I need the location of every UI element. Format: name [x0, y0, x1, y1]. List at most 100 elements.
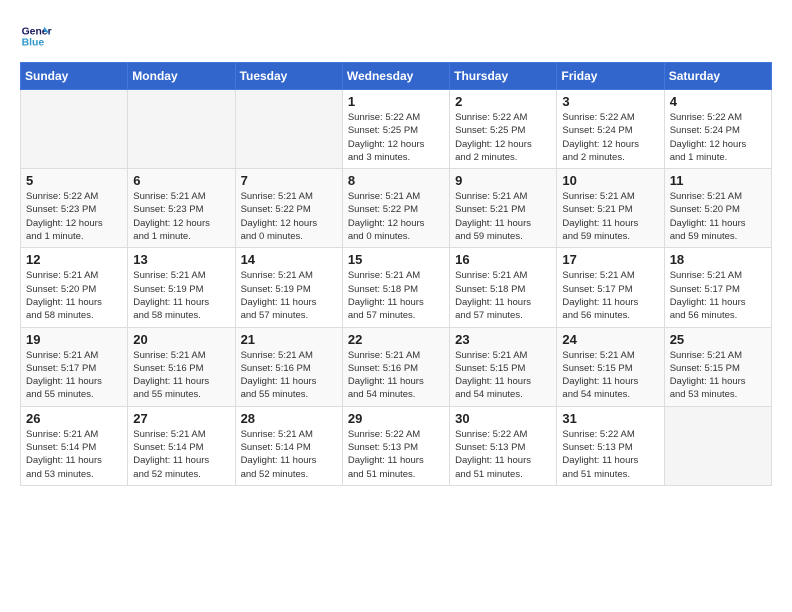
- calendar-week-row: 1 Sunrise: 5:22 AM Sunset: 5:25 PM Daylig…: [21, 90, 772, 169]
- day-info: Sunrise: 5:21 AM Sunset: 5:18 PM Dayligh…: [455, 269, 551, 322]
- calendar-week-row: 19 Sunrise: 5:21 AM Sunset: 5:17 PM Dayli…: [21, 327, 772, 406]
- calendar-cell: 28 Sunrise: 5:21 AM Sunset: 5:14 PM Dayli…: [235, 406, 342, 485]
- day-number: 5: [26, 173, 122, 188]
- calendar-cell: 11 Sunrise: 5:21 AM Sunset: 5:20 PM Dayli…: [664, 169, 771, 248]
- day-info: Sunrise: 5:21 AM Sunset: 5:17 PM Dayligh…: [26, 349, 122, 402]
- calendar-cell: [664, 406, 771, 485]
- day-number: 31: [562, 411, 658, 426]
- weekday-header-sunday: Sunday: [21, 63, 128, 90]
- day-number: 21: [241, 332, 337, 347]
- day-info: Sunrise: 5:22 AM Sunset: 5:13 PM Dayligh…: [455, 428, 551, 481]
- calendar-cell: 10Sunrise: 5:21 AM Sunset: 5:21 PM Dayli…: [557, 169, 664, 248]
- day-info: Sunrise: 5:21 AM Sunset: 5:23 PM Dayligh…: [133, 190, 229, 243]
- calendar-cell: [21, 90, 128, 169]
- day-info: Sunrise: 5:21 AM Sunset: 5:16 PM Dayligh…: [348, 349, 444, 402]
- day-number: 11: [670, 173, 766, 188]
- calendar-cell: [235, 90, 342, 169]
- weekday-header-friday: Friday: [557, 63, 664, 90]
- day-number: 17: [562, 252, 658, 267]
- calendar-cell: 5 Sunrise: 5:22 AM Sunset: 5:23 PM Daylig…: [21, 169, 128, 248]
- day-number: 22: [348, 332, 444, 347]
- day-info: Sunrise: 5:22 AM Sunset: 5:25 PM Dayligh…: [348, 111, 444, 164]
- calendar-cell: 2 Sunrise: 5:22 AM Sunset: 5:25 PM Daylig…: [450, 90, 557, 169]
- calendar-cell: 29 Sunrise: 5:22 AM Sunset: 5:13 PM Dayli…: [342, 406, 449, 485]
- day-info: Sunrise: 5:21 AM Sunset: 5:20 PM Dayligh…: [670, 190, 766, 243]
- day-info: Sunrise: 5:22 AM Sunset: 5:23 PM Dayligh…: [26, 190, 122, 243]
- page-header: General Blue: [20, 20, 772, 52]
- day-info: Sunrise: 5:21 AM Sunset: 5:14 PM Dayligh…: [26, 428, 122, 481]
- logo: General Blue: [20, 20, 52, 52]
- calendar-cell: 16Sunrise: 5:21 AM Sunset: 5:18 PM Dayli…: [450, 248, 557, 327]
- day-info: Sunrise: 5:22 AM Sunset: 5:24 PM Dayligh…: [562, 111, 658, 164]
- day-info: Sunrise: 5:21 AM Sunset: 5:15 PM Dayligh…: [670, 349, 766, 402]
- calendar-week-row: 26Sunrise: 5:21 AM Sunset: 5:14 PM Dayli…: [21, 406, 772, 485]
- weekday-header-saturday: Saturday: [664, 63, 771, 90]
- day-number: 2: [455, 94, 551, 109]
- weekday-header-thursday: Thursday: [450, 63, 557, 90]
- weekday-header-wednesday: Wednesday: [342, 63, 449, 90]
- calendar-cell: 23 Sunrise: 5:21 AM Sunset: 5:15 PM Dayli…: [450, 327, 557, 406]
- calendar-cell: 3 Sunrise: 5:22 AM Sunset: 5:24 PM Daylig…: [557, 90, 664, 169]
- svg-text:Blue: Blue: [22, 38, 45, 49]
- calendar-cell: 20Sunrise: 5:21 AM Sunset: 5:16 PM Dayli…: [128, 327, 235, 406]
- calendar-cell: 13Sunrise: 5:21 AM Sunset: 5:19 PM Dayli…: [128, 248, 235, 327]
- calendar-cell: 17 Sunrise: 5:21 AM Sunset: 5:17 PM Dayli…: [557, 248, 664, 327]
- day-number: 8: [348, 173, 444, 188]
- day-number: 7: [241, 173, 337, 188]
- day-number: 12: [26, 252, 122, 267]
- calendar-week-row: 12 Sunrise: 5:21 AM Sunset: 5:20 PM Dayli…: [21, 248, 772, 327]
- calendar-cell: 18 Sunrise: 5:21 AM Sunset: 5:17 PM Dayli…: [664, 248, 771, 327]
- day-number: 18: [670, 252, 766, 267]
- day-number: 6: [133, 173, 229, 188]
- day-number: 9: [455, 173, 551, 188]
- calendar-cell: 19 Sunrise: 5:21 AM Sunset: 5:17 PM Dayli…: [21, 327, 128, 406]
- day-info: Sunrise: 5:21 AM Sunset: 5:20 PM Dayligh…: [26, 269, 122, 322]
- day-number: 30: [455, 411, 551, 426]
- day-info: Sunrise: 5:21 AM Sunset: 5:16 PM Dayligh…: [133, 349, 229, 402]
- calendar-cell: 26Sunrise: 5:21 AM Sunset: 5:14 PM Dayli…: [21, 406, 128, 485]
- day-info: Sunrise: 5:21 AM Sunset: 5:14 PM Dayligh…: [133, 428, 229, 481]
- weekday-header-row: SundayMondayTuesdayWednesdayThursdayFrid…: [21, 63, 772, 90]
- day-number: 10: [562, 173, 658, 188]
- calendar-cell: 7Sunrise: 5:21 AM Sunset: 5:22 PM Daylig…: [235, 169, 342, 248]
- day-number: 19: [26, 332, 122, 347]
- calendar-table: SundayMondayTuesdayWednesdayThursdayFrid…: [20, 62, 772, 486]
- calendar-cell: 24 Sunrise: 5:21 AM Sunset: 5:15 PM Dayli…: [557, 327, 664, 406]
- day-info: Sunrise: 5:22 AM Sunset: 5:24 PM Dayligh…: [670, 111, 766, 164]
- day-info: Sunrise: 5:21 AM Sunset: 5:19 PM Dayligh…: [133, 269, 229, 322]
- day-number: 4: [670, 94, 766, 109]
- day-number: 1: [348, 94, 444, 109]
- day-number: 28: [241, 411, 337, 426]
- day-info: Sunrise: 5:22 AM Sunset: 5:25 PM Dayligh…: [455, 111, 551, 164]
- day-number: 29: [348, 411, 444, 426]
- calendar-cell: 4 Sunrise: 5:22 AM Sunset: 5:24 PM Daylig…: [664, 90, 771, 169]
- day-info: Sunrise: 5:21 AM Sunset: 5:21 PM Dayligh…: [455, 190, 551, 243]
- logo-icon: General Blue: [20, 20, 52, 52]
- day-info: Sunrise: 5:22 AM Sunset: 5:13 PM Dayligh…: [348, 428, 444, 481]
- day-info: Sunrise: 5:21 AM Sunset: 5:15 PM Dayligh…: [562, 349, 658, 402]
- day-number: 27: [133, 411, 229, 426]
- day-number: 15: [348, 252, 444, 267]
- day-info: Sunrise: 5:21 AM Sunset: 5:14 PM Dayligh…: [241, 428, 337, 481]
- weekday-header-monday: Monday: [128, 63, 235, 90]
- day-number: 23: [455, 332, 551, 347]
- day-info: Sunrise: 5:22 AM Sunset: 5:13 PM Dayligh…: [562, 428, 658, 481]
- day-info: Sunrise: 5:21 AM Sunset: 5:15 PM Dayligh…: [455, 349, 551, 402]
- calendar-cell: 8 Sunrise: 5:21 AM Sunset: 5:22 PM Daylig…: [342, 169, 449, 248]
- day-info: Sunrise: 5:21 AM Sunset: 5:17 PM Dayligh…: [670, 269, 766, 322]
- calendar-cell: 22 Sunrise: 5:21 AM Sunset: 5:16 PM Dayli…: [342, 327, 449, 406]
- calendar-cell: 1 Sunrise: 5:22 AM Sunset: 5:25 PM Daylig…: [342, 90, 449, 169]
- day-number: 14: [241, 252, 337, 267]
- calendar-cell: 9 Sunrise: 5:21 AM Sunset: 5:21 PM Daylig…: [450, 169, 557, 248]
- day-number: 24: [562, 332, 658, 347]
- calendar-cell: 15 Sunrise: 5:21 AM Sunset: 5:18 PM Dayli…: [342, 248, 449, 327]
- weekday-header-tuesday: Tuesday: [235, 63, 342, 90]
- day-number: 3: [562, 94, 658, 109]
- day-info: Sunrise: 5:21 AM Sunset: 5:18 PM Dayligh…: [348, 269, 444, 322]
- day-info: Sunrise: 5:21 AM Sunset: 5:22 PM Dayligh…: [348, 190, 444, 243]
- calendar-cell: 14 Sunrise: 5:21 AM Sunset: 5:19 PM Dayli…: [235, 248, 342, 327]
- calendar-week-row: 5 Sunrise: 5:22 AM Sunset: 5:23 PM Daylig…: [21, 169, 772, 248]
- day-info: Sunrise: 5:21 AM Sunset: 5:17 PM Dayligh…: [562, 269, 658, 322]
- calendar-cell: 25Sunrise: 5:21 AM Sunset: 5:15 PM Dayli…: [664, 327, 771, 406]
- day-info: Sunrise: 5:21 AM Sunset: 5:19 PM Dayligh…: [241, 269, 337, 322]
